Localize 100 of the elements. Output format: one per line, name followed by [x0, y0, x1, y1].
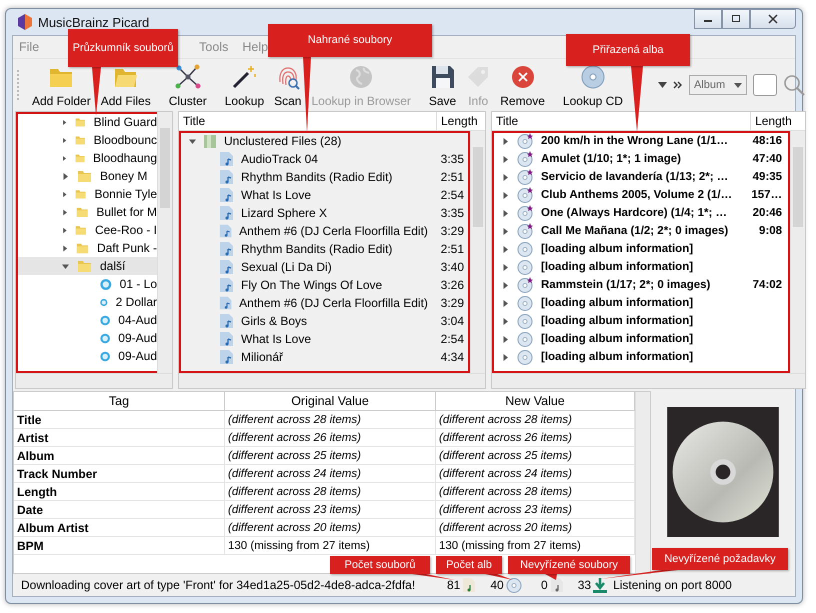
tree-row[interactable]: Boney M	[16, 167, 157, 185]
scrollbar[interactable]	[492, 373, 806, 388]
tree-row[interactable]: 09-Aud	[16, 347, 157, 365]
tree-row[interactable]: 01 - Lo	[16, 275, 157, 293]
folder-name[interactable]: Blind Guard	[94, 115, 157, 129]
cluster-name[interactable]: Unclustered Files (28)	[224, 134, 466, 148]
folder-name[interactable]: Bullet for M	[96, 205, 157, 219]
file-title[interactable]: Lizard Sphere X	[241, 206, 424, 220]
file-title[interactable]: Milionář	[241, 350, 424, 364]
album-title[interactable]: [loading album information]	[541, 297, 786, 309]
album-title[interactable]: 200 km/h in the Wrong Lane (1/1…	[541, 135, 732, 147]
expand-arrow-icon[interactable]	[62, 154, 67, 162]
expand-arrow-icon[interactable]	[62, 244, 68, 252]
expand-arrow-icon[interactable]	[62, 136, 67, 144]
folder-name[interactable]: Bloodbounc	[94, 133, 157, 147]
folder-name[interactable]: Cee-Roo - I	[94, 223, 157, 237]
file-title[interactable]: What Is Love	[241, 332, 424, 346]
search-mode-dropdown[interactable]: Album	[688, 75, 747, 95]
expand-arrow-icon[interactable]	[502, 318, 509, 324]
file-title[interactable]: AudioTrack 04	[241, 152, 424, 166]
file-name[interactable]: 04-Aud	[118, 313, 157, 327]
album-title[interactable]: Rammstein (1/17; 2*; 0 images)	[541, 279, 732, 291]
tree-row[interactable]: Blind Guard	[16, 113, 157, 131]
tree-row[interactable]: Bonnie Tyle	[16, 185, 157, 203]
file-title[interactable]: Sexual (Li Da Di)	[241, 260, 424, 274]
folder-name[interactable]: Daft Punk -	[96, 241, 157, 255]
tree-row[interactable]: Bloodbounc	[16, 131, 157, 149]
tree-row[interactable]: Cee-Roo - I	[16, 221, 157, 239]
expand-arrow-icon[interactable]	[502, 192, 509, 198]
expand-arrow-icon[interactable]	[502, 210, 509, 216]
tree-row[interactable]: Bullet for M	[16, 203, 157, 221]
expand-arrow-icon[interactable]	[502, 264, 509, 270]
scrollbar[interactable]	[16, 373, 172, 388]
file-title[interactable]: Girls & Boys	[241, 314, 424, 328]
file-title[interactable]: Anthem #6 (DJ Cerla Floorfilla Edit)	[239, 224, 428, 238]
file-name[interactable]: 09-Aud	[118, 349, 157, 363]
expand-arrow-icon[interactable]	[62, 172, 69, 180]
expand-arrow-icon[interactable]	[502, 246, 509, 252]
scrollbar[interactable]	[179, 373, 485, 388]
expand-arrow-icon[interactable]	[62, 118, 67, 126]
toolbar-button[interactable]: Lookup	[220, 62, 270, 108]
folder-name[interactable]: Bloodhaung	[92, 151, 157, 165]
album-title[interactable]: [loading album information]	[541, 351, 786, 363]
column-header[interactable]: Original Value	[225, 392, 436, 410]
scrollbar[interactable]	[157, 112, 172, 373]
expand-arrow-icon[interactable]	[62, 226, 68, 234]
expand-arrow-icon[interactable]	[502, 282, 509, 288]
close-button[interactable]	[750, 9, 796, 29]
tree-row[interactable]: 2 Dollar	[16, 293, 157, 311]
expand-arrow-icon[interactable]	[502, 138, 509, 144]
expand-arrow-icon[interactable]	[502, 354, 509, 360]
dropdown-arrow-icon[interactable]	[658, 82, 667, 88]
file-title[interactable]: Rhythm Bandits (Radio Edit)	[241, 170, 424, 184]
album-title[interactable]: [loading album information]	[541, 333, 786, 345]
album-title[interactable]: [loading album information]	[541, 261, 786, 273]
expand-arrow-icon[interactable]	[62, 262, 69, 270]
album-title[interactable]: Servicio de lavandería (1/13; 2*; …	[541, 171, 732, 183]
tree-row[interactable]: 04-Aud	[16, 311, 157, 329]
expand-arrow-icon[interactable]	[502, 174, 509, 180]
column-header[interactable]: Tag	[14, 392, 225, 410]
file-title[interactable]: Fly On The Wings Of Love	[241, 278, 424, 292]
album-title[interactable]: Amulet (1/10; 1*; 1 image)	[541, 153, 732, 165]
file-title[interactable]: Rhythm Bandits (Radio Edit)	[241, 242, 424, 256]
album-title[interactable]: [loading album information]	[541, 243, 786, 255]
toolbar-button[interactable]: Remove	[495, 62, 550, 108]
scrollbar[interactable]	[790, 131, 806, 373]
album-title[interactable]: One (Always Hardcore) (1/4; 1*; …	[541, 207, 732, 219]
album-title[interactable]: Call Me Mañana (1/2; 2*; 0 images)	[541, 225, 732, 237]
folder-name[interactable]: další	[100, 259, 126, 273]
file-title[interactable]: What Is Love	[241, 188, 424, 202]
search-icon[interactable]	[782, 74, 805, 96]
file-name[interactable]: 01 - Lo	[120, 277, 157, 291]
double-chevron-icon[interactable]	[672, 81, 683, 89]
folder-name[interactable]: Bonnie Tyle	[94, 187, 157, 201]
expand-arrow-icon[interactable]	[502, 156, 509, 162]
tree-row[interactable]: 09-Aud	[16, 329, 157, 347]
minimize-button[interactable]	[694, 9, 722, 29]
file-name[interactable]: 2 Dollar	[116, 295, 157, 309]
toolbar-button[interactable]: Save	[424, 62, 462, 108]
album-title[interactable]: [loading album information]	[541, 315, 786, 327]
column-header[interactable]: Length	[751, 112, 806, 130]
file-title[interactable]: Anthem #6 (DJ Cerla Floorfilla Edit)	[239, 296, 428, 310]
toolbar-button[interactable]: Scan	[269, 62, 306, 108]
folder-name[interactable]: Boney M	[100, 169, 148, 183]
scrollbar[interactable]	[470, 131, 485, 373]
maximize-button[interactable]	[722, 9, 750, 29]
expand-arrow-icon[interactable]	[502, 300, 509, 306]
tree-row[interactable]: Daft Punk -	[16, 239, 157, 257]
expand-arrow-icon[interactable]	[62, 208, 68, 216]
tree-row[interactable]: Bloodhaung	[16, 149, 157, 167]
expand-arrow-icon[interactable]	[502, 336, 509, 342]
scrollbar[interactable]	[635, 392, 650, 573]
album-title[interactable]: Club Anthems 2005, Volume 2 (1/…	[541, 189, 732, 201]
expand-arrow-icon[interactable]	[189, 138, 196, 144]
search-field[interactable]	[752, 74, 777, 96]
tree-row[interactable]: další	[16, 257, 157, 275]
file-name[interactable]: 09-Aud	[118, 331, 157, 345]
expand-arrow-icon[interactable]	[502, 228, 509, 234]
expand-arrow-icon[interactable]	[62, 190, 68, 198]
column-header[interactable]: Length	[437, 112, 485, 130]
